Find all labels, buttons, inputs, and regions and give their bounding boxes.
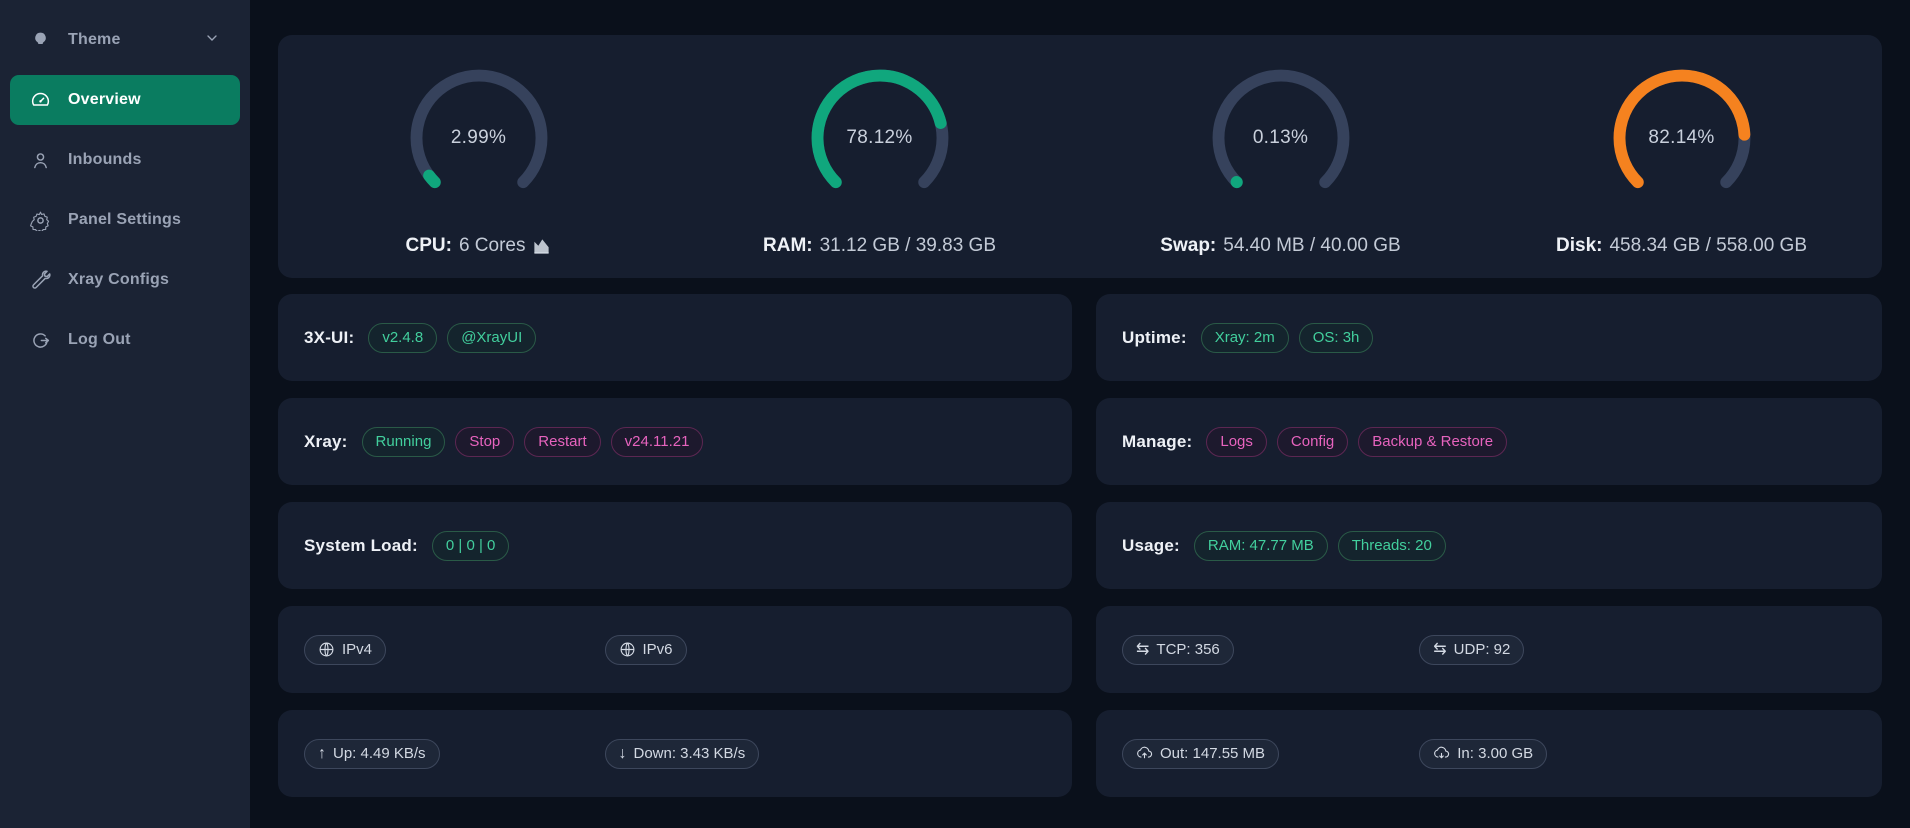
sidebar-item-theme[interactable]: Theme (10, 15, 240, 65)
lightbulb-icon (30, 30, 51, 51)
arrow-up-icon: ↑ (318, 746, 326, 762)
sidebar-item-inbounds[interactable]: Inbounds (10, 135, 240, 185)
cpu-gauge: 2.99% (404, 63, 554, 213)
ipv4-badge: IPv4 (304, 635, 386, 665)
system-load-badge: 0 | 0 | 0 (432, 531, 510, 561)
usage-card: Usage: RAM: 47.77 MB Threads: 20 (1096, 502, 1882, 589)
sidebar-item-logout[interactable]: Log Out (10, 315, 240, 365)
cloud-download-icon (1433, 745, 1450, 762)
swap-gauge-block: 0.13% Swap: 54.40 MB / 40.00 GB (1080, 63, 1481, 257)
xray-status-badge: Running (362, 427, 446, 457)
sidebar: Theme Overview Inbounds Panel Settings (0, 0, 250, 828)
ip-card: IPv4 IPv6 (278, 606, 1072, 693)
swap-arrows-icon: ⇆ (1136, 642, 1149, 658)
wrench-icon (30, 270, 51, 291)
chevron-down-icon (204, 30, 220, 51)
logs-button[interactable]: Logs (1206, 427, 1267, 457)
sidebar-item-label: Panel Settings (68, 211, 220, 229)
config-button[interactable]: Config (1277, 427, 1348, 457)
swap-gauge: 0.13% (1206, 63, 1356, 213)
ram-gauge-block: 78.12% RAM: 31.12 GB / 39.83 GB (679, 63, 1080, 257)
manage-card: Manage: Logs Config Backup & Restore (1096, 398, 1882, 485)
ram-gauge: 78.12% (805, 63, 955, 213)
usage-label: Usage: (1122, 536, 1180, 556)
ram-label: RAM: 31.12 GB / 39.83 GB (763, 235, 996, 257)
system-load-label: System Load: (304, 536, 418, 556)
sidebar-item-label: Overview (68, 91, 220, 109)
upload-speed-badge: ↑ Up: 4.49 KB/s (304, 739, 440, 769)
sidebar-item-label: Xray Configs (68, 271, 220, 289)
cpu-label: CPU: 6 Cores (406, 235, 552, 257)
disk-gauge-block: 82.14% Disk: 458.34 GB / 558.00 GB (1481, 63, 1882, 257)
usage-ram-badge: RAM: 47.77 MB (1194, 531, 1328, 561)
ipv6-badge: IPv6 (605, 635, 687, 665)
cpu-gauge-block: 2.99% CPU: 6 Cores (278, 63, 679, 257)
logout-icon (30, 330, 51, 351)
xui-dashboard: Theme Overview Inbounds Panel Settings (0, 0, 1910, 828)
cloud-upload-icon (1136, 745, 1153, 762)
xray-label: Xray: (304, 432, 348, 452)
traffic-out-badge: Out: 147.55 MB (1122, 739, 1279, 769)
traffic-card: Out: 147.55 MB In: 3.00 GB (1096, 710, 1882, 797)
dashboard-gauge-icon (30, 90, 51, 111)
sidebar-item-label: Theme (68, 31, 204, 49)
ram-percent: 78.12% (805, 63, 955, 213)
uptime-os-badge: OS: 3h (1299, 323, 1374, 353)
sidebar-item-label: Log Out (68, 331, 220, 349)
sidebar-item-panel-settings[interactable]: Panel Settings (10, 195, 240, 245)
uptime-card: Uptime: Xray: 2m OS: 3h (1096, 294, 1882, 381)
xray-stop-button[interactable]: Stop (455, 427, 514, 457)
globe-icon (619, 641, 636, 658)
tcp-count-badge: ⇆ TCP: 356 (1122, 635, 1234, 665)
disk-label: Disk: 458.34 GB / 558.00 GB (1556, 235, 1807, 257)
disk-percent: 82.14% (1607, 63, 1757, 213)
manage-label: Manage: (1122, 432, 1192, 452)
backup-restore-button[interactable]: Backup & Restore (1358, 427, 1507, 457)
xray-restart-button[interactable]: Restart (524, 427, 600, 457)
system-gauges-card: 2.99% CPU: 6 Cores 78.12% (278, 35, 1882, 278)
swap-percent: 0.13% (1206, 63, 1356, 213)
traffic-in-badge: In: 3.00 GB (1419, 739, 1547, 769)
xray-version-badge[interactable]: v24.11.21 (611, 427, 704, 457)
main-content: 2.99% CPU: 6 Cores 78.12% (250, 0, 1910, 828)
connections-card: ⇆ TCP: 356 ⇆ UDP: 92 (1096, 606, 1882, 693)
gear-icon (30, 210, 51, 231)
swap-label: Swap: 54.40 MB / 40.00 GB (1160, 235, 1400, 257)
download-speed-badge: ↓ Down: 3.43 KB/s (605, 739, 760, 769)
xui-version-badge[interactable]: v2.4.8 (368, 323, 437, 353)
sidebar-item-overview[interactable]: Overview (10, 75, 240, 125)
xray-status-card: Xray: Running Stop Restart v24.11.21 (278, 398, 1072, 485)
usage-threads-badge: Threads: 20 (1338, 531, 1446, 561)
cpu-chart-icon (532, 235, 551, 256)
cpu-percent: 2.99% (404, 63, 554, 213)
uptime-xray-badge: Xray: 2m (1201, 323, 1289, 353)
speed-card: ↑ Up: 4.49 KB/s ↓ Down: 3.43 KB/s (278, 710, 1072, 797)
xui-label: 3X-UI: (304, 328, 354, 348)
sidebar-item-label: Inbounds (68, 151, 220, 169)
arrow-down-icon: ↓ (619, 746, 627, 762)
xui-telegram-badge[interactable]: @XrayUI (447, 323, 536, 353)
xui-version-card: 3X-UI: v2.4.8 @XrayUI (278, 294, 1072, 381)
uptime-label: Uptime: (1122, 328, 1187, 348)
sidebar-item-xray-configs[interactable]: Xray Configs (10, 255, 240, 305)
globe-icon (318, 641, 335, 658)
disk-gauge: 82.14% (1607, 63, 1757, 213)
user-icon (30, 150, 51, 171)
system-load-card: System Load: 0 | 0 | 0 (278, 502, 1072, 589)
udp-count-badge: ⇆ UDP: 92 (1419, 635, 1524, 665)
swap-arrows-icon: ⇆ (1433, 642, 1446, 658)
